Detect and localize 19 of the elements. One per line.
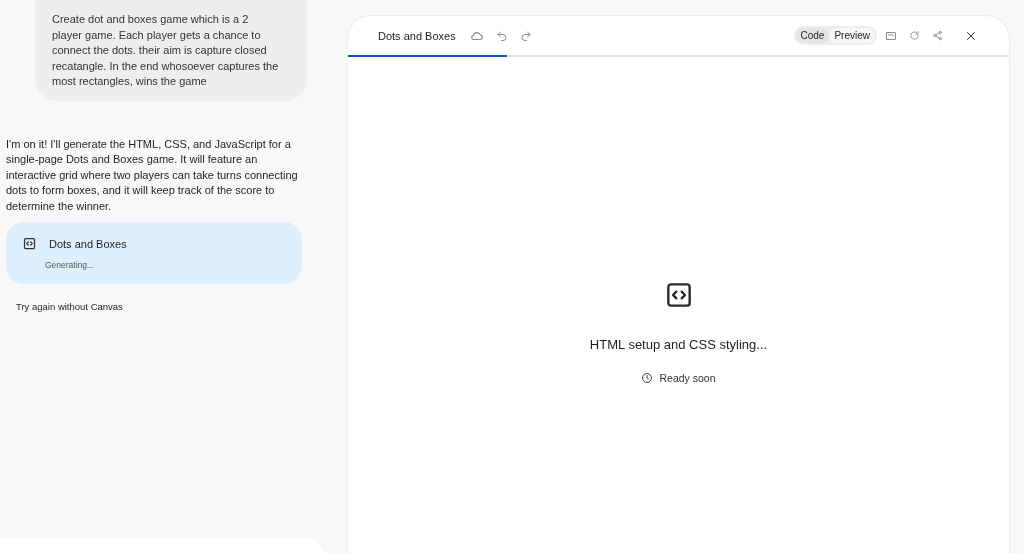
- response-text: I'm on it! I'll generate the HTML, CSS, and JavaScript for a single-page Dots and Boxes game. It will feature an interactive grid where two players can take turns connecting dots to form boxes, and it will keep track of the score to determine the winner.: [6, 136, 299, 214]
- share-icon[interactable]: [932, 30, 943, 41]
- canvas-title: Dots and Boxes: [378, 29, 456, 42]
- card-title: Dots and Boxes: [49, 237, 128, 250]
- console-icon[interactable]: [885, 29, 897, 42]
- view-tab[interactable]: Code: [795, 28, 830, 43]
- view-tab[interactable]: Preview: [829, 28, 875, 43]
- code-icon: [22, 236, 37, 252]
- retry-link[interactable]: Try again without Canvas: [16, 301, 123, 312]
- close-icon[interactable]: [965, 29, 977, 42]
- card-status: Generating...: [45, 259, 96, 270]
- artifact-card[interactable]: Dots and Boxes Generating...: [6, 222, 302, 284]
- status-message: HTML setup and CSS styling...: [589, 337, 768, 352]
- user-message: Create dot and boxes game which is a 2 player game. Each player gets a chance to connect the dots. their aim is capture closed recatangle. In the end whosoever captures the most rectangles, wins the game: [35, 0, 307, 101]
- redo-icon[interactable]: [519, 29, 532, 42]
- undo-icon[interactable]: [495, 29, 508, 42]
- refresh-icon[interactable]: [909, 30, 920, 41]
- clock-icon: [641, 372, 654, 384]
- eta-text: Ready soon: [659, 372, 716, 384]
